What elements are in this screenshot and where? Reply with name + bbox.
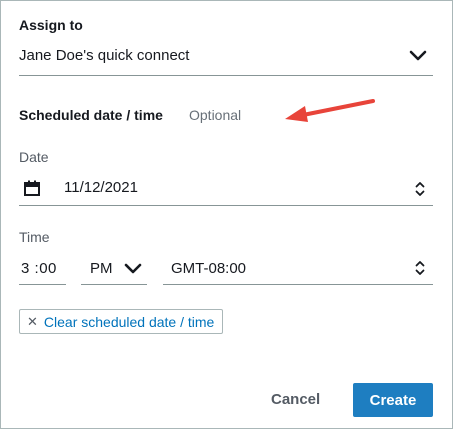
- scheduled-datetime-label: Scheduled date / time: [19, 107, 163, 123]
- stepper-arrows-icon[interactable]: [415, 180, 425, 198]
- clear-scheduled-datetime-button[interactable]: ✕ Clear scheduled date / time: [19, 309, 224, 334]
- timezone-select[interactable]: GMT-08:00: [163, 253, 433, 285]
- cancel-button[interactable]: Cancel: [271, 391, 320, 408]
- date-label: Date: [19, 149, 49, 165]
- time-hours-minutes-input[interactable]: 3 :00: [19, 253, 66, 285]
- optional-hint: Optional: [189, 107, 242, 123]
- time-minutes: 00: [39, 260, 57, 277]
- create-button[interactable]: Create: [353, 383, 433, 417]
- stepper-arrows-icon: [415, 261, 425, 275]
- time-hours: 3: [21, 260, 30, 277]
- chevron-down-icon: [124, 263, 142, 274]
- date-value: 11/12/2021: [64, 179, 138, 196]
- calendar-icon[interactable]: [24, 180, 40, 196]
- chevron-down-icon: [409, 50, 427, 61]
- assign-to-value: Jane Doe's quick connect: [19, 47, 190, 64]
- date-input[interactable]: 11/12/2021: [19, 173, 433, 206]
- assign-to-label: Assign to: [19, 17, 83, 33]
- ampm-select[interactable]: PM: [81, 253, 147, 285]
- close-icon: ✕: [27, 313, 38, 329]
- time-hours-minutes: 3 :00: [21, 260, 57, 277]
- ampm-value: PM: [90, 260, 113, 277]
- timezone-value: GMT-08:00: [171, 260, 247, 277]
- time-label: Time: [19, 229, 50, 245]
- clear-button-label: Clear scheduled date / time: [43, 313, 215, 330]
- annotation-arrow: [285, 99, 375, 122]
- assign-to-select[interactable]: Jane Doe's quick connect: [19, 41, 433, 76]
- dialog-panel: Assign to Jane Doe's quick connect Sched…: [0, 0, 453, 429]
- create-button-label: Create: [369, 391, 417, 409]
